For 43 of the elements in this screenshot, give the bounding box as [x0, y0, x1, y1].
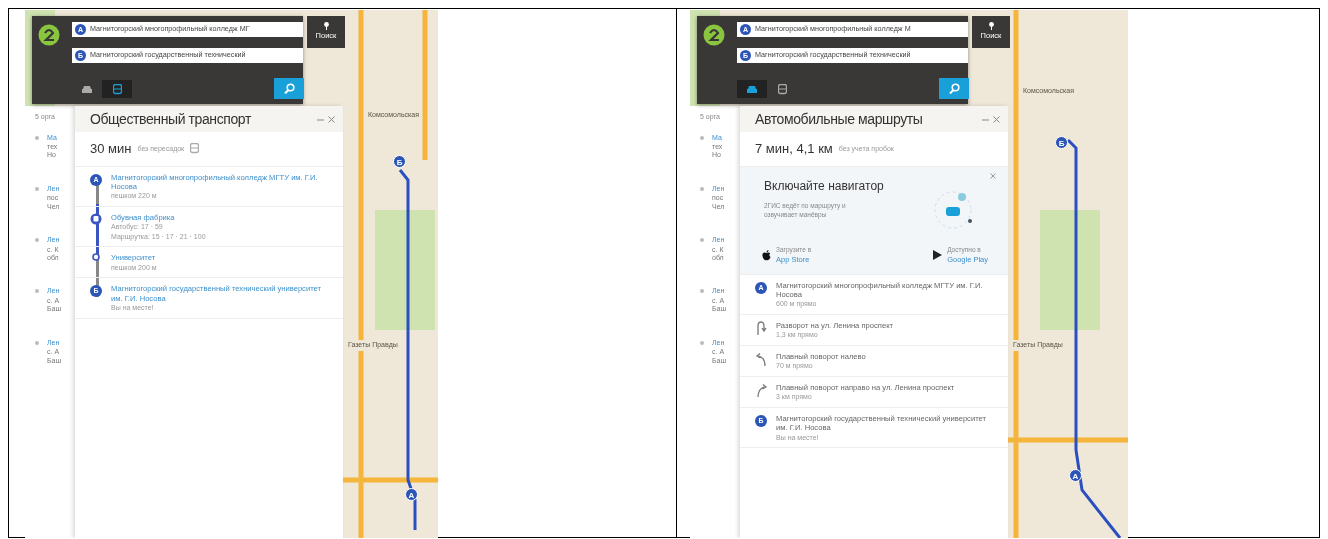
transport-mode-tab[interactable] [737, 80, 767, 98]
search-button[interactable] [939, 78, 969, 99]
search-button[interactable] [274, 78, 304, 99]
bus-icon [777, 83, 787, 95]
turn-right-icon [754, 382, 768, 398]
pin-icon [988, 22, 994, 31]
logo-icon [38, 24, 60, 46]
bullet-icon [35, 340, 39, 345]
route-duration: 7 мин, 4,1 км [755, 140, 833, 158]
transport-mode-tab[interactable] [102, 80, 132, 98]
play-icon [933, 250, 943, 260]
pin-icon [323, 22, 329, 31]
bullet-icon [700, 186, 704, 191]
apple-icon [762, 249, 771, 261]
car-icon [746, 84, 758, 94]
panel-title: Общественный транспорт [90, 109, 251, 129]
car-icon [81, 84, 93, 94]
route-duration: 30 мин [90, 140, 132, 158]
logo-icon [703, 24, 725, 46]
bullet-icon [700, 238, 704, 243]
bullet-icon [35, 186, 39, 191]
panel-title: Автомобильные маршруты [755, 109, 923, 129]
bullet-icon [700, 340, 704, 345]
search-icon [283, 83, 295, 94]
bus-icon [190, 143, 200, 155]
close-button[interactable] [990, 172, 996, 179]
close-icon [328, 115, 335, 123]
bus-stop-icon [90, 212, 102, 225]
close-icon [990, 172, 996, 179]
u-turn-icon [754, 320, 768, 336]
promo-title: Включайте навигатор [764, 177, 885, 195]
bullet-icon [35, 289, 39, 294]
bus-icon [112, 83, 122, 95]
close-button[interactable] [993, 115, 1000, 123]
stop-icon [92, 253, 100, 262]
bullet-icon [700, 135, 704, 140]
bullet-icon [35, 238, 39, 243]
close-button[interactable] [328, 115, 335, 123]
bullet-icon [35, 135, 39, 140]
close-icon [993, 115, 1000, 123]
turn-left-icon [754, 351, 768, 367]
search-icon [948, 83, 960, 94]
bullet-icon [700, 289, 704, 294]
